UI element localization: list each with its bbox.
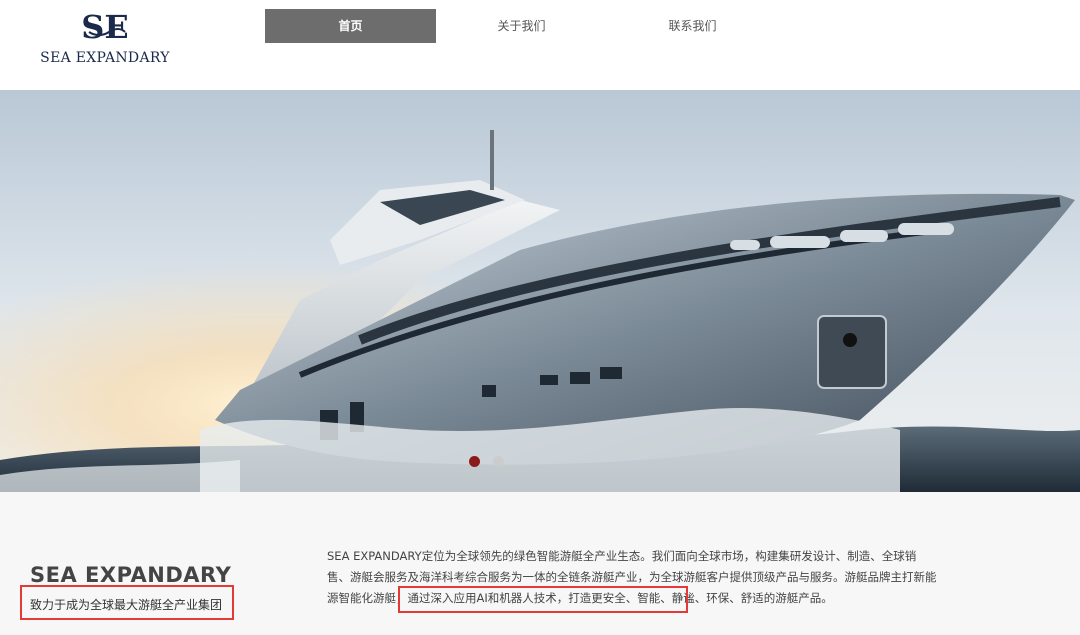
nav-item-about[interactable]: 关于我们	[436, 9, 607, 43]
hero-banner	[0, 90, 1080, 492]
svg-text:SE: SE	[83, 8, 127, 46]
yacht-hero-image	[0, 90, 1080, 492]
brand-logo[interactable]: SE SEA EXPANDARY	[30, 6, 180, 72]
desc-part-1: SEA EXPANDARY定位为全球领先的绿色智能游艇全产业生态。我们面向全球市…	[327, 549, 917, 584]
carousel-dot-2[interactable]	[493, 456, 504, 467]
intro-title: SEA EXPANDARY	[30, 563, 232, 587]
slogan-highlight-box	[20, 585, 234, 620]
logo-mark-icon: SE	[83, 8, 127, 46]
nav-item-home[interactable]: 首页	[265, 9, 436, 43]
carousel-dot-1[interactable]	[469, 456, 480, 467]
intro-section: SEA EXPANDARY 致力于成为全球最大游艇全产业集团 SEA EXPAN…	[0, 492, 1080, 635]
site-header: SE SEA EXPANDARY 首页 关于我们 联系我们	[0, 0, 1080, 90]
logo-brand-text: SEA EXPANDARY	[40, 50, 170, 66]
description-highlight-box	[398, 586, 688, 613]
nav-item-contact[interactable]: 联系我们	[607, 9, 778, 43]
